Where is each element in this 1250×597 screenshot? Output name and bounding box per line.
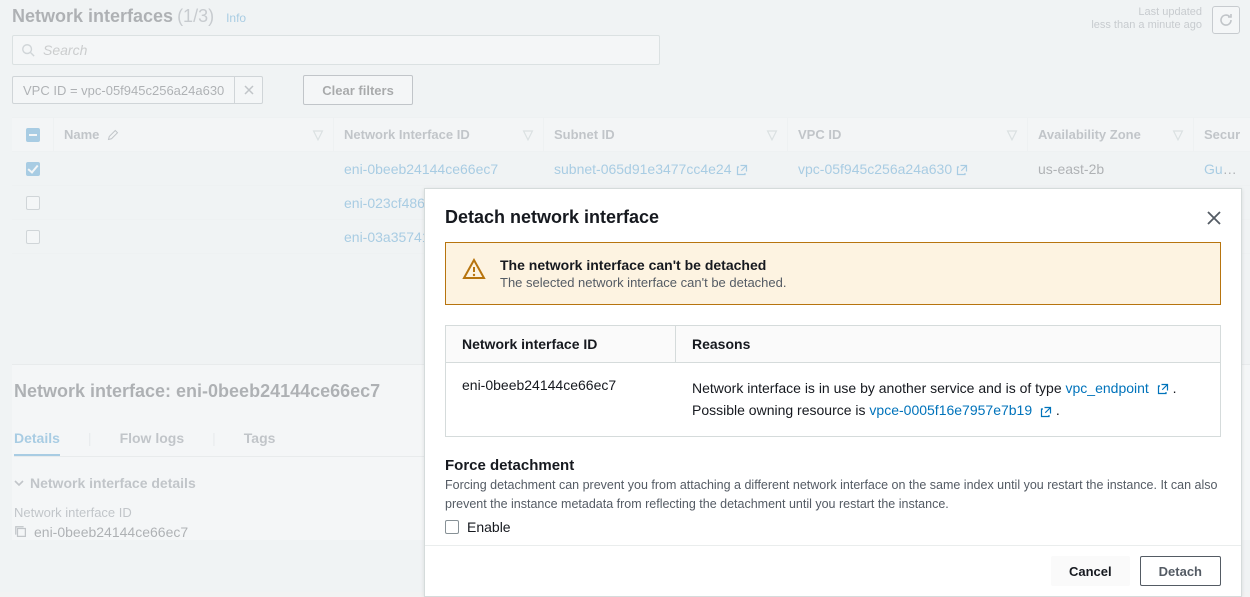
alert-subtitle: The selected network interface can't be … [500, 275, 787, 290]
vpc-endpoint-type-link[interactable]: vpc_endpoint [1066, 380, 1149, 396]
warning-alert: The network interface can't be detached … [445, 242, 1221, 305]
force-enable-checkbox[interactable] [445, 520, 459, 534]
reasons-table: Network interface ID Reasons eni-0beeb24… [445, 325, 1221, 437]
modal-footer: Cancel Detach [425, 545, 1241, 596]
owning-resource-link[interactable]: vpce-0005f16e7957e7b19 [869, 402, 1032, 418]
modal-header: Detach network interface [425, 189, 1241, 242]
warning-icon [462, 257, 486, 281]
external-link-icon [1157, 383, 1169, 395]
force-enable-label: Enable [467, 519, 511, 535]
force-detach-desc: Forcing detachment can prevent you from … [445, 476, 1221, 514]
col-eni-id: Network interface ID [446, 326, 676, 362]
close-icon [1207, 211, 1221, 225]
detach-modal: Detach network interface The network int… [424, 188, 1242, 597]
cancel-button[interactable]: Cancel [1051, 556, 1130, 586]
reason-text: Network interface is in use by another s… [676, 363, 1220, 436]
alert-title: The network interface can't be detached [500, 257, 787, 273]
external-link-icon [1040, 406, 1052, 418]
force-detach-section: Force detachment Forcing detachment can … [445, 457, 1221, 536]
modal-title: Detach network interface [445, 207, 659, 228]
force-detach-title: Force detachment [445, 457, 1221, 474]
detach-button[interactable]: Detach [1140, 556, 1221, 586]
col-reasons: Reasons [676, 326, 1220, 362]
modal-close-button[interactable] [1207, 211, 1221, 225]
reason-eni-id: eni-0beeb24144ce66ec7 [446, 363, 676, 436]
